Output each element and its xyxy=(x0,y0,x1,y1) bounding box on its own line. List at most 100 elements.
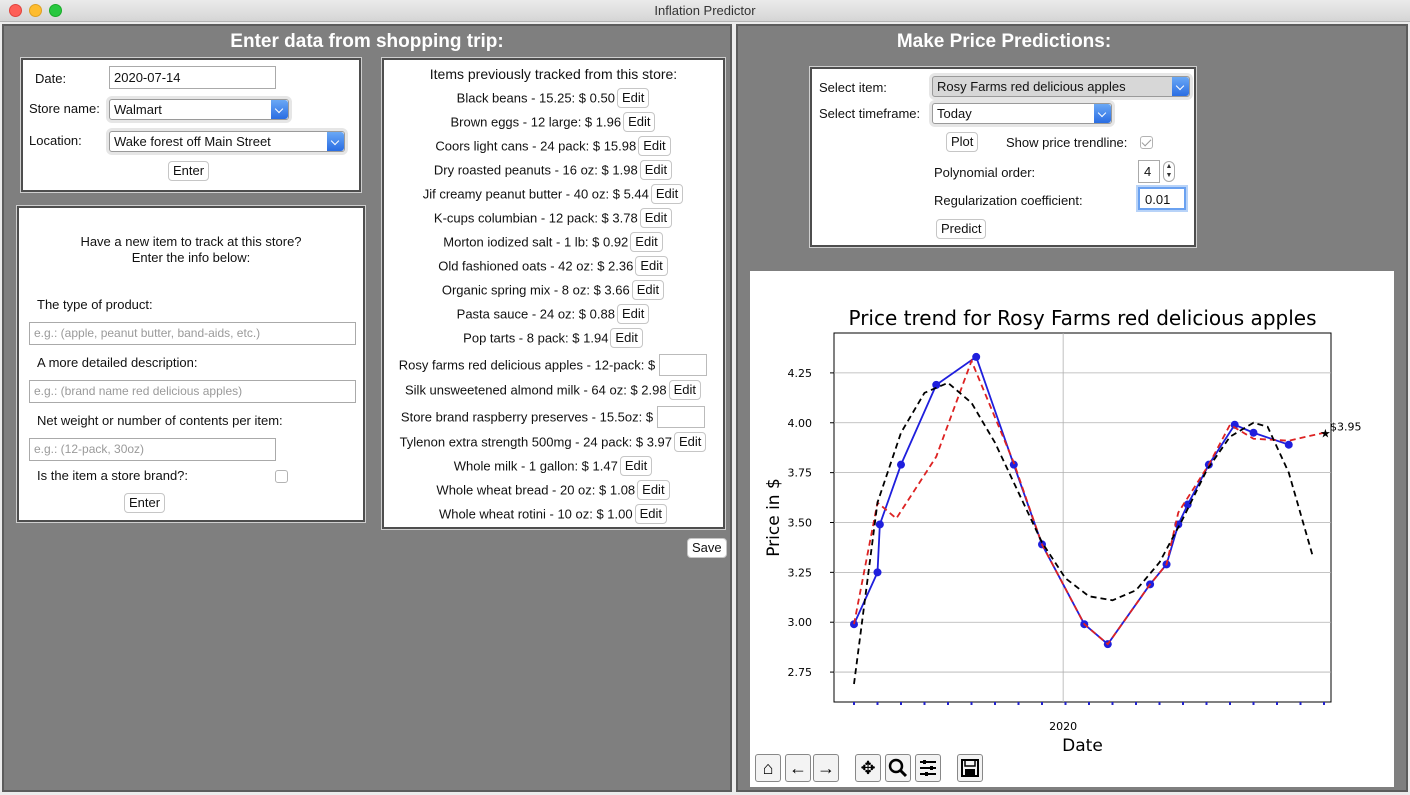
tracked-item-row: Morton iodized salt - 1 lb: $ 0.92 Edit xyxy=(384,232,722,254)
trip-enter-button[interactable]: Enter xyxy=(168,161,210,181)
polynomial-order-field[interactable]: 4 xyxy=(1138,160,1160,183)
location-value: Wake forest off Main Street xyxy=(114,134,271,149)
edit-item-button[interactable]: Edit xyxy=(616,304,650,324)
data-point xyxy=(873,568,882,577)
store-brand-checkbox[interactable] xyxy=(275,470,288,483)
predict-button[interactable]: Predict xyxy=(936,219,987,239)
tracked-item-text: Morton iodized salt - 1 lb: $ 0.92 xyxy=(443,234,629,250)
tracked-item-text: Coors light cans - 24 pack: $ 15.98 xyxy=(435,138,637,154)
tracked-item-row: Whole milk - 1 gallon: $ 1.47 Edit xyxy=(384,456,722,478)
select-item-label: Select item: xyxy=(819,80,887,95)
edit-item-button[interactable]: Edit xyxy=(674,432,707,452)
shopping-trip-pane: Enter data from shopping trip: Date: 202… xyxy=(2,24,732,792)
timeframe-select[interactable]: Today xyxy=(932,103,1112,124)
save-figure-icon[interactable] xyxy=(957,754,983,782)
polynomial-order-label: Polynomial order: xyxy=(934,165,1036,180)
tracked-item-row: Organic spring mix - 8 oz: $ 3.66 Edit xyxy=(384,280,722,302)
forward-icon[interactable]: → xyxy=(813,754,839,782)
y-tick-label: 4.25 xyxy=(788,367,813,380)
tracked-item-row: Old fashioned oats - 42 oz: $ 2.36 Edit xyxy=(384,256,722,278)
new-item-intro-line2: Enter the info below: xyxy=(131,250,251,265)
y-tick-label: 2.75 xyxy=(788,666,813,679)
data-point xyxy=(1284,440,1293,449)
plot-button[interactable]: Plot xyxy=(946,132,979,152)
product-type-label: The type of product: xyxy=(37,297,153,312)
tracked-item-row: Jif creamy peanut butter - 40 oz: $ 5.44… xyxy=(384,184,722,206)
regularization-input[interactable]: 0.01 xyxy=(1138,187,1186,210)
edit-item-button[interactable]: Edit xyxy=(610,328,643,348)
prediction-controls-box: Select item: Rosy Farms red delicious ap… xyxy=(809,66,1197,248)
tracked-item-row: Black beans - 15.25: $ 0.50 Edit xyxy=(384,88,722,110)
chevron-down-icon[interactable] xyxy=(327,132,344,151)
trendline-label: Show price trendline: xyxy=(1006,135,1128,150)
tracked-item-text: Silk unsweetened almond milk - 64 oz: $ … xyxy=(405,382,667,398)
edit-item-button[interactable]: Edit xyxy=(668,380,701,400)
edit-item-button[interactable]: Edit xyxy=(639,208,673,228)
tracked-item-text: Rosy farms red delicious apples - 12-pac… xyxy=(398,357,656,373)
date-field[interactable]: 2020-07-14 xyxy=(109,66,276,89)
location-select[interactable]: Wake forest off Main Street xyxy=(109,131,345,152)
tracked-item-row: Pop tarts - 8 pack: $ 1.94 Edit xyxy=(384,328,722,350)
regularization-label: Regularization coefficient: xyxy=(934,193,1083,208)
tracked-item-row: Coors light cans - 24 pack: $ 15.98 Edit xyxy=(384,136,722,158)
tracked-item-text: Dry roasted peanuts - 16 oz: $ 1.98 xyxy=(433,162,638,178)
tracked-item-row: Brown eggs - 12 large: $ 1.96 Edit xyxy=(384,112,722,134)
tracked-items-title: Items previously tracked from this store… xyxy=(429,66,678,82)
polynomial-order-stepper[interactable]: ▲ ▼ xyxy=(1163,161,1175,182)
home-icon[interactable]: ⌂ xyxy=(755,754,781,782)
tracked-item-row: Pasta sauce - 24 oz: $ 0.88 Edit xyxy=(384,304,722,326)
store-name-select[interactable]: Walmart xyxy=(109,99,289,120)
pan-icon[interactable]: ✥ xyxy=(855,754,881,782)
edit-item-button[interactable]: Edit xyxy=(637,480,670,500)
select-timeframe-label: Select timeframe: xyxy=(819,106,921,121)
data-point xyxy=(1249,428,1258,437)
tracked-item-text: Old fashioned oats - 42 oz: $ 2.36 xyxy=(438,258,634,274)
y-tick-label: 3.50 xyxy=(788,516,813,529)
new-item-enter-button[interactable]: Enter xyxy=(124,493,166,513)
price-trend-chart[interactable]: Price trend for Rosy Farms red delicious… xyxy=(750,271,1394,787)
chevron-down-icon[interactable] xyxy=(271,100,288,119)
tracked-item-row: Store brand raspberry preserves - 15.5oz… xyxy=(384,406,722,428)
item-select[interactable]: Rosy Farms red delicious apples xyxy=(932,76,1190,97)
tracked-item-text: Whole milk - 1 gallon: $ 1.47 xyxy=(453,458,618,474)
zoom-icon[interactable] xyxy=(885,754,911,782)
net-weight-input[interactable]: e.g.: (12-pack, 30oz) xyxy=(29,438,276,461)
edit-item-button[interactable]: Edit xyxy=(634,504,668,524)
edit-item-button[interactable]: Edit xyxy=(616,88,650,108)
trendline-checkbox[interactable] xyxy=(1140,136,1153,149)
trip-info-box: Date: 2020-07-14 Store name: Walmart Loc… xyxy=(20,57,362,193)
chevron-down-icon[interactable] xyxy=(1094,104,1111,123)
y-tick-label: 3.00 xyxy=(788,616,813,629)
edit-item-button[interactable]: Edit xyxy=(631,280,665,300)
edit-item-button[interactable]: Edit xyxy=(650,184,684,204)
tracked-item-row: Dry roasted peanuts - 16 oz: $ 1.98 Edit xyxy=(384,160,722,182)
shopping-trip-heading: Enter data from shopping trip: xyxy=(230,31,504,52)
save-button[interactable]: Save xyxy=(687,538,727,558)
edit-item-button[interactable]: Edit xyxy=(639,160,673,180)
price-input[interactable] xyxy=(659,354,708,376)
price-input[interactable] xyxy=(657,406,706,428)
edit-item-button[interactable]: Edit xyxy=(619,456,653,476)
tracked-item-text: Black beans - 15.25: $ 0.50 xyxy=(456,90,615,106)
description-input[interactable]: e.g.: (brand name red delicious apples) xyxy=(29,380,356,403)
edit-item-button[interactable]: Edit xyxy=(623,112,656,132)
edit-item-button[interactable]: Edit xyxy=(638,136,671,156)
window-titlebar: Inflation Predictor xyxy=(0,0,1410,22)
data-point xyxy=(972,352,981,361)
series-line-2 xyxy=(853,358,1325,646)
x-tick-label: 2020 xyxy=(1049,720,1077,733)
tracked-item-text: Brown eggs - 12 large: $ 1.96 xyxy=(450,114,622,130)
tracked-item-text: Tylenon extra strength 500mg - 24 pack: … xyxy=(399,434,673,450)
chart-title: Price trend for Rosy Farms red delicious… xyxy=(849,306,1317,330)
y-tick-label: 3.75 xyxy=(788,467,813,480)
tracked-item-text: Pasta sauce - 24 oz: $ 0.88 xyxy=(456,306,615,322)
configure-icon[interactable] xyxy=(915,754,941,782)
product-type-input[interactable]: e.g.: (apple, peanut butter, band-aids, … xyxy=(29,322,356,345)
chevron-down-icon[interactable] xyxy=(1172,77,1189,96)
back-icon[interactable]: ← xyxy=(785,754,811,782)
edit-item-button[interactable]: Edit xyxy=(630,232,663,252)
new-item-intro-line1: Have a new item to track at this store? xyxy=(80,234,302,249)
date-label: Date: xyxy=(35,71,67,86)
tracked-item-text: K-cups columbian - 12 pack: $ 3.78 xyxy=(433,210,638,226)
edit-item-button[interactable]: Edit xyxy=(635,256,668,276)
